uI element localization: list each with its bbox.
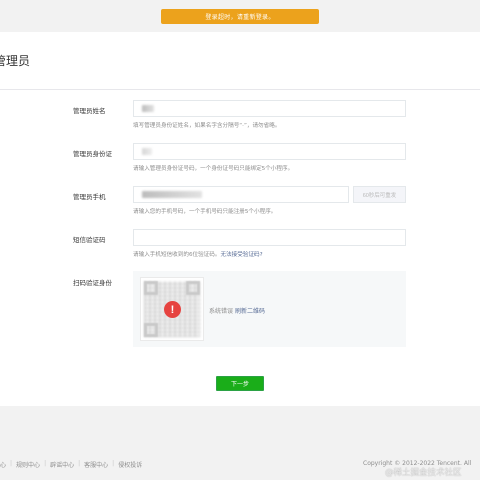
footer-link-service[interactable]: 客服中心 (84, 460, 108, 469)
page-title: 管理员 (0, 54, 31, 68)
id-card-value-redacted (142, 148, 152, 155)
error-icon: ! (164, 301, 181, 318)
page-header: 管理员 (0, 32, 480, 90)
qr-status: 系统错误 刷新二维码 (209, 306, 265, 315)
footer-link-complaint[interactable]: 侵权投诉 (118, 460, 142, 469)
name-value-redacted (142, 105, 154, 112)
footer-links: 中心| 规则中心| 辟谣中心| 客服中心| 侵权投诉 (0, 460, 146, 469)
sms-not-received-link[interactable]: 无法接受验证码? (220, 252, 262, 258)
refresh-qr-link[interactable]: 刷新二维码 (235, 308, 265, 315)
qr-panel: ! 系统错误 刷新二维码 (133, 271, 406, 347)
name-hint: 填写管理员身份证姓名，如果名字含分隔号“·”，请勿省略。 (133, 123, 281, 129)
watermark: @稀土掘金技术社区 (385, 468, 462, 478)
id-card-label: 管理员身份证 (73, 150, 112, 158)
footer-link-rules[interactable]: 规则中心 (16, 460, 40, 469)
admin-form: 管理员姓名 填写管理员身份证姓名，如果名字含分隔号“·”，请勿省略。 管理员身份… (0, 90, 480, 406)
sms-code-input[interactable] (133, 229, 406, 246)
qr-error-text: 系统错误 (209, 308, 234, 315)
sms-code-hint: 请输入手机短信收到的6位验证码。无法接受验证码? (133, 250, 263, 258)
qr-label: 扫码验证身份 (73, 279, 112, 287)
name-label: 管理员姓名 (73, 107, 106, 115)
qr-code-image: ! (140, 277, 204, 341)
id-card-hint: 请输入管理员身份证号码，一个身份证号码只能绑定5个小程序。 (133, 166, 294, 172)
phone-input[interactable] (133, 186, 349, 203)
name-input[interactable] (133, 100, 406, 117)
id-card-input[interactable] (133, 143, 406, 160)
next-button[interactable]: 下一步 (216, 376, 264, 391)
phone-value-redacted (142, 191, 202, 198)
footer-link-rumor[interactable]: 辟谣中心 (50, 460, 74, 469)
sms-code-hint-text: 请输入手机短信收到的6位验证码。 (133, 252, 221, 258)
footer-link-center[interactable]: 中心 (0, 460, 6, 469)
phone-label: 管理员手机 (73, 193, 106, 201)
send-sms-button[interactable]: 60秒后可重发 (353, 186, 406, 203)
sms-code-label: 短信验证码 (73, 236, 106, 244)
phone-hint: 请输入您的手机号码，一个手机号码只能注册5个小程序。 (133, 209, 277, 215)
session-timeout-toast: 登录超时，请重新登录。 (161, 9, 319, 24)
